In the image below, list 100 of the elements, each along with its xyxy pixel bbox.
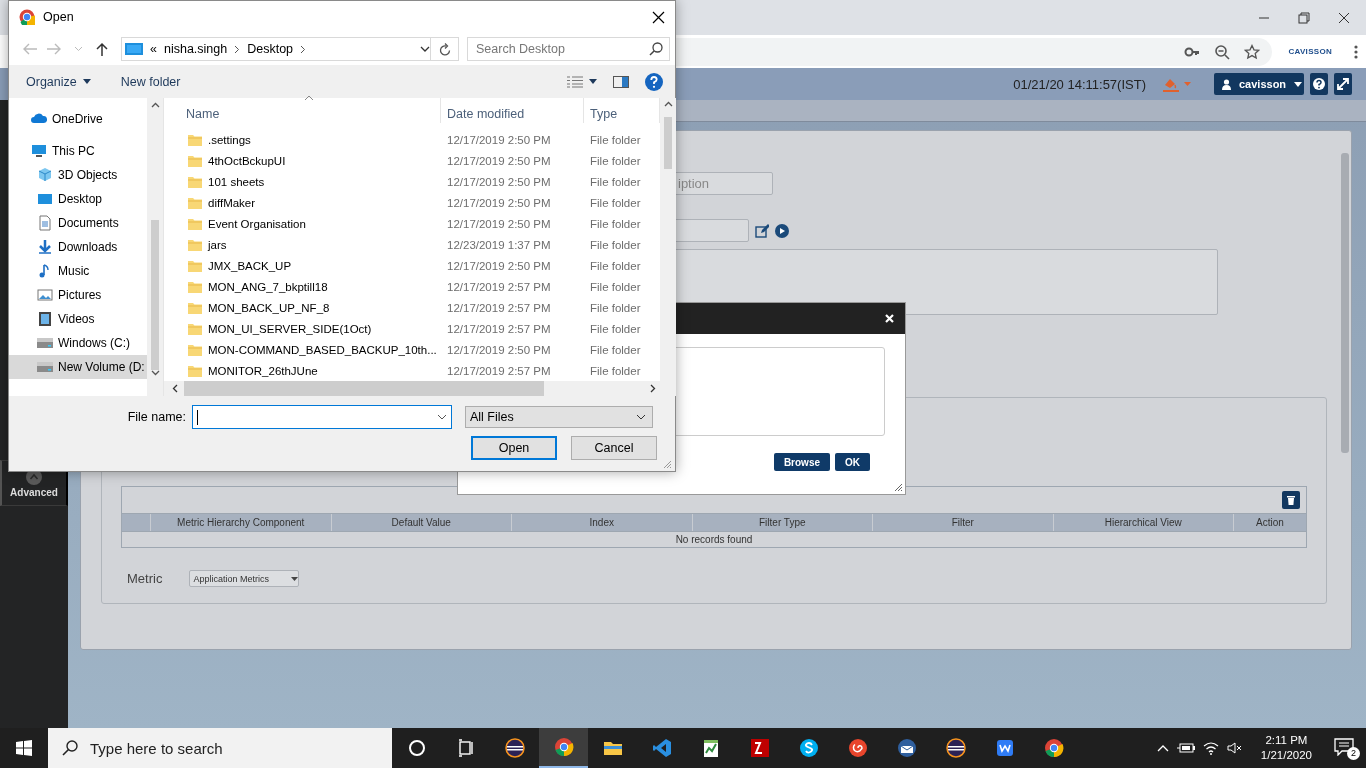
- scroll-left-icon[interactable]: [172, 384, 178, 393]
- profile-logo[interactable]: CAVISSON: [1288, 47, 1332, 56]
- column-header[interactable]: Name: [164, 98, 441, 123]
- file-name[interactable]: MON-COMMAND_BASED_BACKUP_10th...: [164, 343, 441, 356]
- folder-icon: [188, 280, 202, 293]
- picture-icon: [37, 287, 53, 303]
- close-icon[interactable]: [1338, 11, 1350, 24]
- file-type: File folder: [589, 301, 642, 314]
- notifications-button[interactable]: 2: [1330, 736, 1358, 760]
- caret-icon: [1294, 81, 1303, 87]
- column-header: Filter Type: [691, 514, 872, 531]
- date-modified: 12/17/2019 2:57 PM: [446, 322, 552, 335]
- monitor-icon: [125, 42, 143, 56]
- column-header: Metric Hierarchy Component: [150, 514, 331, 531]
- command-button[interactable]: New folder: [120, 74, 181, 89]
- scroll-up-icon[interactable]: [663, 101, 673, 107]
- cancel-button[interactable]: Cancel: [571, 436, 657, 460]
- file-name[interactable]: MON_UI_SERVER_SIDE(1Oct): [164, 322, 441, 335]
- search-field[interactable]: Search Desktop: [467, 37, 670, 61]
- chevron-up-icon[interactable]: [1156, 744, 1169, 752]
- nav-item[interactable]: Desktop: [9, 187, 147, 211]
- date-modified: 12/17/2019 2:50 PM: [446, 343, 552, 356]
- file-name[interactable]: MON_BACK_UP_NF_8: [164, 301, 441, 314]
- scroll-right-icon[interactable]: [650, 384, 656, 393]
- nav-item[interactable]: Downloads: [9, 235, 147, 259]
- scroll-up-icon[interactable]: [150, 102, 160, 108]
- folder-icon: [188, 133, 202, 146]
- fullscreen-button[interactable]: [1334, 73, 1352, 95]
- date-modified: 12/17/2019 2:50 PM: [446, 133, 552, 146]
- desktop-icon: [37, 191, 53, 207]
- open-button[interactable]: Open: [471, 436, 557, 460]
- chat-bubble-icon: [798, 738, 819, 758]
- delete-button[interactable]: [1282, 491, 1300, 509]
- scrollbar-thumb[interactable]: [151, 220, 159, 370]
- file-name[interactable]: JMX_BACK_UP: [164, 259, 441, 272]
- help-icon: [1313, 78, 1325, 90]
- clock[interactable]: 2:11 PM 1/21/2020: [1260, 733, 1312, 763]
- browse-button[interactable]: Browse: [773, 453, 830, 471]
- help-button[interactable]: [1310, 73, 1328, 95]
- scrollbar-thumb[interactable]: [184, 381, 544, 396]
- nav-item[interactable]: New Volume (D:: [9, 355, 147, 379]
- file-name[interactable]: MONITOR_26thJUne: [164, 364, 441, 377]
- file-name[interactable]: jars: [164, 238, 441, 251]
- battery-icon[interactable]: [1176, 742, 1195, 754]
- chevron-down-icon: [437, 414, 447, 420]
- sort-up-icon: [304, 95, 314, 101]
- nav-item[interactable]: OneDrive: [9, 107, 147, 131]
- document-icon: [37, 215, 53, 231]
- nav-item[interactable]: Pictures: [9, 283, 147, 307]
- speech-bubble-icon: [1334, 737, 1354, 756]
- file-name[interactable]: diffMaker: [164, 196, 441, 209]
- user-menu-button[interactable]: cavisson: [1214, 73, 1304, 95]
- folder-icon: [188, 175, 202, 188]
- play-icon[interactable]: [775, 223, 789, 238]
- scroll-down-icon[interactable]: [150, 370, 160, 376]
- column-header[interactable]: Date modified: [441, 98, 584, 123]
- scrollbar-thumb[interactable]: [1341, 153, 1349, 453]
- caret-icon: [291, 576, 299, 581]
- scrollbar-thumb[interactable]: [664, 117, 672, 169]
- date-modified: 12/17/2019 2:50 PM: [446, 196, 552, 209]
- taskbar-app[interactable]: [539, 728, 588, 768]
- resize-grip-icon: [894, 483, 902, 491]
- date-modified: 12/17/2019 2:50 PM: [446, 175, 552, 188]
- browser-icon: [19, 9, 35, 25]
- help-icon[interactable]: [645, 72, 663, 91]
- file-name[interactable]: Event Organisation: [164, 217, 441, 230]
- command-button[interactable]: Organize: [26, 74, 91, 89]
- file-type: File folder: [589, 322, 642, 335]
- folder-icon: [188, 217, 202, 230]
- view-options-button[interactable]: [567, 75, 597, 88]
- restore-icon[interactable]: [1298, 11, 1310, 24]
- spiral-icon: [847, 738, 868, 758]
- file-name[interactable]: 101 sheets: [164, 175, 441, 188]
- file-type-dropdown[interactable]: All Files: [465, 406, 653, 428]
- file-name-field[interactable]: [192, 405, 452, 429]
- nav-item[interactable]: Music: [9, 259, 147, 283]
- muted-speaker-icon[interactable]: [1226, 742, 1243, 754]
- refresh-button[interactable]: [431, 37, 459, 61]
- ok-button[interactable]: OK: [835, 453, 870, 471]
- edit-icon[interactable]: [755, 223, 769, 238]
- wifi-icon[interactable]: [1202, 741, 1219, 755]
- menu-icon[interactable]: [1354, 43, 1358, 60]
- search-field[interactable]: Type here to search: [48, 728, 392, 768]
- folder-icon: [188, 196, 202, 209]
- column-header: Action: [1233, 514, 1306, 531]
- file-name[interactable]: MON_ANG_7_bkptill18: [164, 280, 441, 293]
- zoom-out-icon[interactable]: [1214, 43, 1231, 60]
- star-icon[interactable]: [1244, 43, 1261, 60]
- nav-item[interactable]: This PC: [9, 139, 147, 163]
- close-button[interactable]: [652, 10, 665, 24]
- file-type: File folder: [589, 175, 642, 188]
- preview-pane-icon[interactable]: [613, 75, 629, 88]
- address-field[interactable]: « nisha.singh Desktop: [121, 37, 431, 61]
- nav-item[interactable]: Documents: [9, 211, 147, 235]
- metric-dropdown[interactable]: Application Metrics: [189, 570, 300, 587]
- file-name[interactable]: 4thOctBckupUI: [164, 154, 441, 167]
- file-name[interactable]: .settings: [164, 133, 441, 146]
- file-type: File folder: [589, 217, 642, 230]
- striped-circle-icon: [504, 738, 525, 758]
- caret-icon: [589, 79, 597, 84]
